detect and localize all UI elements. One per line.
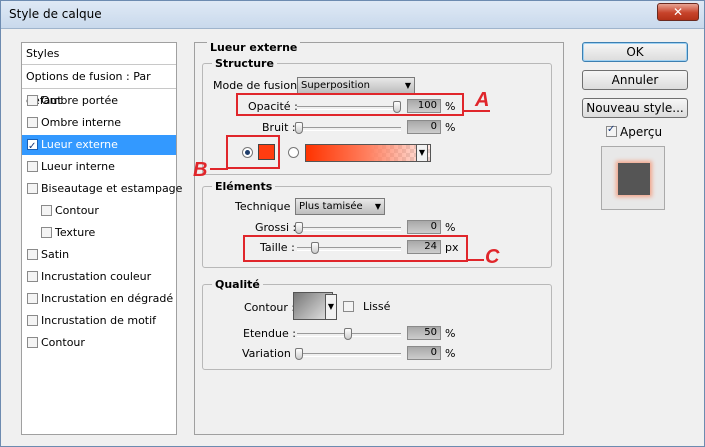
lisse-checkbox[interactable] [343, 301, 354, 312]
style-item-label: Texture [55, 226, 96, 239]
annotation-label-a: A [475, 89, 490, 111]
quality-legend: Qualité [212, 278, 263, 291]
preview-label: Aperçu [620, 125, 663, 139]
blend-mode-label: Mode de fusion : [213, 79, 305, 92]
style-item[interactable]: Lueur externe [22, 135, 176, 157]
technique-dropdown[interactable]: Plus tamisée ▼ [295, 198, 385, 215]
style-item[interactable]: Incrustation en dégradé [22, 289, 176, 309]
style-item-label: Lueur interne [41, 160, 115, 173]
range-slider-thumb[interactable] [344, 328, 352, 340]
style-item-checkbox[interactable] [27, 182, 38, 194]
style-item-label: Incrustation de motif [41, 314, 157, 327]
style-item-label: Biseautage et estampage [41, 182, 183, 195]
jitter-slider-thumb[interactable] [295, 348, 303, 360]
annotation-box-c [243, 235, 468, 262]
elements-legend: Eléments [212, 180, 276, 193]
style-item[interactable]: Contour [22, 201, 176, 221]
jitter-label: Variation : [242, 347, 299, 360]
new-style-button[interactable]: Nouveau style... [582, 98, 688, 118]
style-item-label: Incrustation couleur [41, 270, 152, 283]
style-item[interactable]: Lueur interne [22, 157, 176, 177]
range-input[interactable]: 50 [407, 326, 441, 340]
style-item-label: Ombre portée [41, 94, 118, 107]
technique-label: Technique : [235, 200, 298, 213]
style-item[interactable]: Texture [22, 223, 176, 243]
style-preview [601, 146, 665, 210]
close-button[interactable]: ✕ [657, 3, 699, 21]
jitter-slider[interactable] [295, 348, 401, 360]
annotation-label-c: C [485, 246, 500, 268]
chevron-down-icon: ▼ [374, 202, 381, 211]
ok-button[interactable]: OK [582, 42, 688, 62]
spread-slider-thumb[interactable] [295, 222, 303, 234]
contour-chevron-down-icon[interactable]: ▼ [325, 294, 337, 320]
window-title: Style de calque [9, 7, 102, 21]
style-item[interactable]: Incrustation de motif [22, 311, 176, 331]
style-item-label: Lueur externe [41, 138, 118, 151]
spread-input[interactable]: 0 [407, 220, 441, 234]
style-item[interactable]: Incrustation couleur [22, 267, 176, 287]
style-item[interactable]: Satin [22, 245, 176, 265]
technique-value: Plus tamisée [299, 201, 363, 212]
annotation-line-c [468, 259, 484, 261]
glow-gradient-picker[interactable] [305, 144, 431, 162]
noise-unit: % [445, 121, 456, 134]
range-slider[interactable] [297, 328, 401, 340]
noise-slider-thumb[interactable] [295, 122, 303, 134]
chevron-down-icon: ▼ [404, 81, 411, 90]
noise-slider[interactable] [295, 122, 401, 134]
blend-mode-value: Superposition [301, 80, 370, 91]
layer-style-dialog: Style de calque ✕ Styles Options de fusi… [0, 0, 705, 447]
style-item-checkbox[interactable] [27, 314, 38, 326]
title-bar: Style de calque ✕ [1, 1, 704, 29]
spread-slider[interactable] [295, 222, 401, 234]
style-item-label: Contour [41, 336, 85, 349]
style-item[interactable]: Contour [22, 333, 176, 353]
style-item-checkbox[interactable] [27, 248, 38, 260]
contour-label: Contour : [244, 301, 296, 314]
jitter-unit: % [445, 347, 456, 360]
style-item-label: Contour [55, 204, 99, 217]
style-item-checkbox[interactable] [27, 292, 38, 304]
panel-title: Lueur externe [207, 41, 301, 54]
style-item-label: Ombre interne [41, 116, 122, 129]
style-item-checkbox[interactable] [27, 160, 38, 172]
style-item-label: Incrustation en dégradé [41, 292, 174, 305]
cancel-button[interactable]: Annuler [582, 70, 688, 90]
jitter-input[interactable]: 0 [407, 346, 441, 360]
style-item-checkbox[interactable] [27, 336, 38, 348]
style-item-checkbox[interactable] [41, 204, 52, 216]
style-item-checkbox[interactable] [27, 94, 38, 106]
blend-mode-dropdown[interactable]: Superposition ▼ [297, 77, 415, 94]
style-item-checkbox[interactable] [27, 137, 38, 157]
annotation-box-b [226, 135, 280, 169]
style-item-checkbox[interactable] [27, 270, 38, 282]
spread-unit: % [445, 221, 456, 234]
range-unit: % [445, 327, 456, 340]
annotation-box-a [236, 93, 464, 116]
range-label: Etendue : [243, 327, 296, 340]
noise-label: Bruit : [262, 121, 296, 134]
noise-input[interactable]: 0 [407, 120, 441, 134]
style-item[interactable]: Biseautage et estampage [22, 179, 182, 199]
preview-thumbnail [618, 163, 650, 195]
lisse-label: Lissé [363, 300, 391, 313]
style-item-checkbox[interactable] [27, 116, 38, 128]
annotation-label-b: B [193, 159, 208, 181]
styles-header[interactable]: Styles [22, 43, 176, 65]
preview-checkbox[interactable] [606, 124, 617, 137]
style-item-label: Satin [41, 248, 70, 261]
spread-label: Grossi : [255, 221, 297, 234]
style-item[interactable]: Ombre interne [22, 113, 176, 133]
gradient-radio[interactable] [288, 147, 299, 158]
style-item-checkbox[interactable] [41, 226, 52, 238]
styles-list: Styles Options de fusion : Par défaut Om… [21, 42, 182, 435]
structure-legend: Structure [212, 57, 277, 70]
gradient-chevron-down-icon[interactable]: ▼ [416, 144, 428, 162]
style-item[interactable]: Ombre portée [22, 91, 176, 111]
annotation-line-b [210, 168, 228, 170]
blend-options-item[interactable]: Options de fusion : Par défaut [22, 65, 176, 107]
preview-toggle[interactable]: Aperçu [606, 124, 663, 139]
